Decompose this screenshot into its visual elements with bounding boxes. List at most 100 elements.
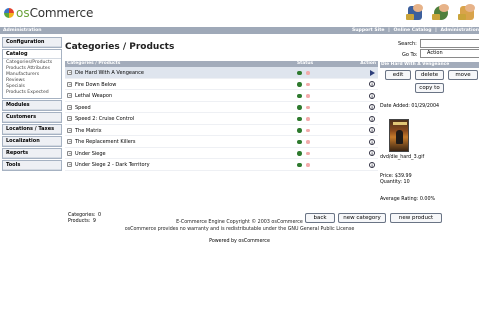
sidebar-box-tools: Tools (2, 160, 62, 171)
products-table: Categories / Products Status Action Die … (65, 61, 378, 171)
preview-icon[interactable] (67, 93, 72, 98)
sidebar-box-reports: Reports (2, 148, 62, 159)
status-inactive-icon[interactable] (306, 151, 310, 155)
oscommerce-logo-icon (4, 8, 14, 18)
info-icon[interactable]: i (369, 127, 375, 133)
online-catalog-icon[interactable] (431, 2, 453, 22)
preview-icon[interactable] (67, 162, 72, 167)
status-inactive-icon[interactable] (306, 94, 310, 98)
nav-support-site[interactable]: Support Site (352, 28, 385, 33)
nav-separator: | (435, 28, 437, 33)
date-added: Date Added: 01/29/2004 (380, 104, 440, 109)
info-icon[interactable]: i (369, 81, 375, 87)
sidebar-item-customers[interactable]: Customers (3, 113, 61, 122)
nav-online-catalog[interactable]: Online Catalog (393, 28, 431, 33)
table-row[interactable]: Under Siege i (65, 148, 378, 159)
sidebar-item-catalog[interactable]: Catalog (3, 50, 61, 59)
catalog-submenu: Categories/Products Products Attributes … (3, 59, 61, 98)
sidebar-link-products-expected[interactable]: Products Expected (6, 90, 58, 96)
preview-icon[interactable] (67, 139, 72, 144)
copy-to-button[interactable]: copy to (415, 83, 444, 93)
status-active-icon[interactable] (297, 162, 302, 167)
sidebar-item-tools[interactable]: Tools (3, 161, 61, 170)
edit-button[interactable]: edit (385, 70, 411, 80)
status-active-icon[interactable] (297, 93, 302, 98)
preview-icon[interactable] (67, 70, 72, 75)
logo-prefix: os (16, 6, 30, 20)
status-inactive-icon[interactable] (306, 105, 310, 109)
preview-icon[interactable] (67, 127, 72, 133)
categories-label: Categories: (68, 213, 96, 218)
nav-links: Support Site | Online Catalog | Administ… (350, 27, 479, 34)
sidebar-box-catalog: Catalog Categories/Products Products Att… (2, 49, 62, 99)
support-site-icon[interactable] (457, 2, 479, 22)
table-row[interactable]: The Replacement Killers i (65, 136, 378, 148)
info-panel-title: Die Hard With A Vengeance (380, 62, 479, 68)
table-row[interactable]: The Matrix i (65, 125, 378, 136)
sidebar-item-configuration[interactable]: Configuration (3, 38, 61, 47)
footer-license: osCommerce provides no warranty and is r… (124, 227, 355, 232)
table-row[interactable]: Die Hard With A Vengeance (65, 67, 378, 79)
move-button[interactable]: move (448, 70, 478, 80)
logo-text: Commerce (29, 6, 94, 20)
info-icon[interactable]: i (369, 161, 375, 168)
preview-icon[interactable] (67, 81, 72, 87)
search-input[interactable] (420, 39, 479, 48)
info-icon[interactable]: i (369, 115, 375, 122)
sidebar-item-reports[interactable]: Reports (3, 149, 61, 158)
sidebar-item-localization[interactable]: Localization (3, 137, 61, 146)
status-inactive-icon[interactable] (306, 117, 310, 121)
main-content: Categories / Products Categories / Produ… (65, 37, 442, 224)
status-active-icon[interactable] (297, 116, 302, 121)
table-row[interactable]: Under Siege 2 - Dark Territory i (65, 159, 378, 171)
sidebar-item-locations[interactable]: Locations / Taxes (3, 125, 61, 134)
product-name: Speed (75, 104, 91, 111)
nav-admin-label[interactable]: Administration (3, 27, 42, 34)
footer: E-Commerce Engine Copyright © 2003 osCom… (0, 219, 479, 233)
status-inactive-icon[interactable] (306, 82, 310, 86)
price-quantity: Price: $39.99 Quantity: 10 (380, 174, 412, 186)
status-active-icon[interactable] (297, 82, 302, 87)
average-rating: Average Rating: 0.00% (380, 197, 436, 202)
table-row[interactable]: Speed i (65, 102, 378, 113)
arrow-right-icon[interactable] (370, 69, 375, 76)
header-icons (405, 2, 479, 22)
status-active-icon[interactable] (297, 70, 302, 75)
status-active-icon[interactable] (297, 139, 302, 144)
sidebar-item-modules[interactable]: Modules (3, 101, 61, 110)
product-name: Under Siege 2 - Dark Territory (75, 162, 150, 168)
table-row[interactable]: Speed 2: Cruise Control i (65, 113, 378, 125)
info-icon[interactable]: i (369, 92, 375, 99)
status-active-icon[interactable] (297, 105, 302, 110)
table-row[interactable]: Fire Down Below i (65, 79, 378, 90)
info-icon[interactable]: i (369, 150, 375, 156)
sidebar-box-locations: Locations / Taxes (2, 124, 62, 135)
info-panel: Die Hard With A Vengeance edit delete mo… (380, 62, 479, 202)
status-active-icon[interactable] (297, 151, 302, 156)
product-name: Lethal Weapon (75, 93, 113, 99)
product-quantity: Quantity: 10 (380, 180, 410, 185)
goto-select[interactable]: Action (420, 49, 479, 58)
table-row[interactable]: Lethal Weapon i (65, 90, 378, 102)
info-icon[interactable]: i (369, 104, 375, 110)
status-active-icon[interactable] (297, 128, 302, 133)
info-icon[interactable]: i (369, 138, 375, 145)
nav-administration[interactable]: Administration (440, 28, 479, 33)
status-inactive-icon[interactable] (306, 128, 310, 132)
preview-icon[interactable] (67, 150, 72, 156)
preview-icon[interactable] (67, 116, 72, 121)
status-inactive-icon[interactable] (306, 140, 310, 144)
preview-icon[interactable] (67, 104, 72, 110)
nav-separator: | (388, 28, 390, 33)
product-name: Die Hard With A Vengeance (75, 70, 144, 76)
status-inactive-icon[interactable] (306, 163, 310, 167)
product-name: Under Siege (75, 150, 106, 157)
status-inactive-icon[interactable] (306, 71, 310, 75)
product-name: Fire Down Below (75, 81, 117, 88)
logo[interactable]: os Commerce (4, 6, 93, 20)
administration-icon[interactable] (405, 2, 427, 22)
goto-label: Go To: (402, 52, 418, 58)
sidebar-box-customers: Customers (2, 112, 62, 123)
delete-button[interactable]: delete (415, 70, 444, 80)
sidebar-box-modules: Modules (2, 100, 62, 111)
